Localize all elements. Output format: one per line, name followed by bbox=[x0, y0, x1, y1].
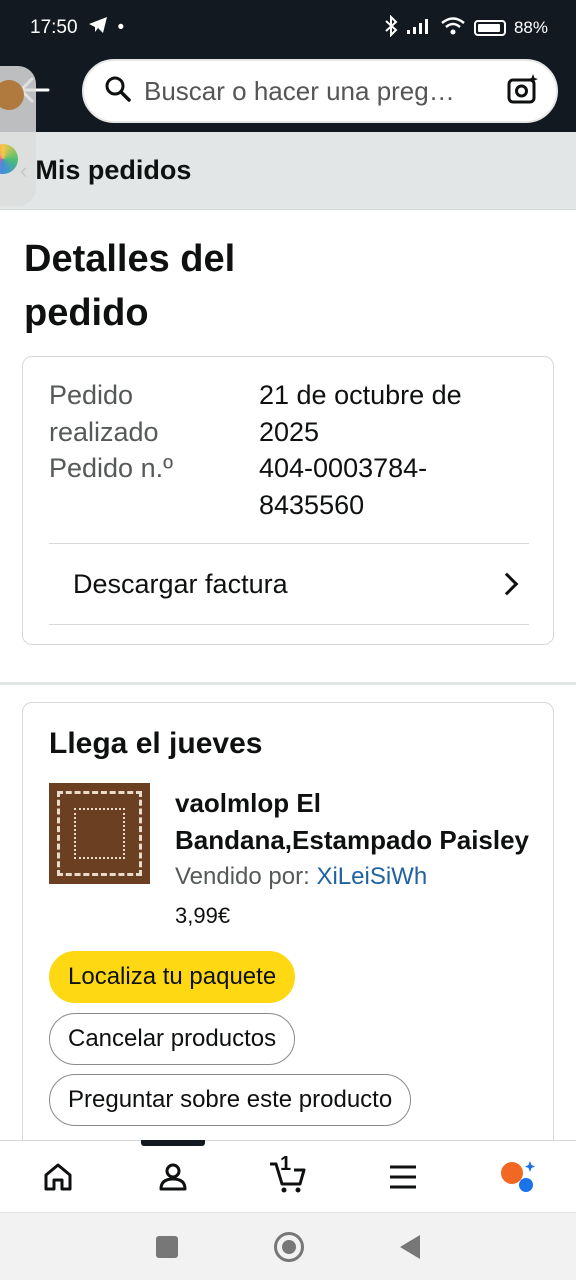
order-placed-value: 21 de octubre de 2025 bbox=[259, 380, 462, 447]
bluetooth-icon bbox=[384, 14, 398, 42]
download-invoice-label[interactable]: Descargar factura bbox=[73, 569, 288, 600]
breadcrumb[interactable]: ‹ Mis pedidos bbox=[0, 132, 576, 210]
seller-prefix: Vendido por: bbox=[175, 863, 317, 890]
nav-account[interactable] bbox=[143, 1147, 203, 1207]
notification-dot: • bbox=[117, 17, 125, 38]
back-triangle-icon[interactable] bbox=[400, 1234, 420, 1259]
product-thumbnail[interactable] bbox=[49, 783, 150, 884]
order-number-label: Pedido n.º bbox=[49, 453, 173, 483]
nav-rufus[interactable] bbox=[488, 1147, 548, 1207]
home-button-icon[interactable] bbox=[274, 1231, 304, 1262]
telegram-icon bbox=[88, 16, 108, 40]
system-nav-bar bbox=[0, 1212, 576, 1280]
search-bar[interactable] bbox=[82, 59, 558, 123]
status-time: 17:50 bbox=[30, 17, 78, 38]
chevron-right-icon bbox=[495, 572, 519, 596]
search-icon[interactable] bbox=[104, 75, 132, 108]
floating-avatar-icon[interactable] bbox=[0, 80, 24, 110]
divider bbox=[49, 624, 529, 625]
arrival-heading: Llega el jueves bbox=[49, 727, 263, 760]
cart-count: 1 bbox=[279, 1152, 292, 1175]
recents-icon[interactable] bbox=[156, 1235, 178, 1258]
order-placed-label: Pedido realizado bbox=[49, 380, 159, 447]
nav-menu[interactable] bbox=[373, 1147, 433, 1207]
nav-home[interactable] bbox=[28, 1147, 88, 1207]
order-info-card: Pedido realizado 21 de octubre de 2025 P… bbox=[22, 356, 554, 645]
download-invoice-row[interactable]: Descargar factura bbox=[49, 544, 529, 624]
shipment-card: Llega el jueves vaolmlop El Bandana,Esta… bbox=[22, 702, 554, 1162]
status-bar: 17:50 • 88% bbox=[0, 0, 576, 56]
seller-line: Vendido por: XiLeiSiWh bbox=[175, 863, 427, 891]
bottom-nav: 1 bbox=[0, 1140, 576, 1212]
product-title[interactable]: vaolmlop El Bandana,Estampado Paisley bbox=[175, 785, 535, 859]
product-price: 3,99€ bbox=[175, 903, 231, 928]
cancel-items-button[interactable]: Cancelar productos bbox=[49, 1013, 296, 1065]
order-number-value: 404-0003784-8435560 bbox=[259, 453, 428, 520]
track-package-button[interactable]: Localiza tu paquete bbox=[49, 951, 296, 1003]
page-title: Detalles del pedido bbox=[24, 238, 236, 334]
wifi-icon bbox=[440, 16, 466, 41]
battery-icon bbox=[473, 20, 506, 36]
section-separator bbox=[0, 682, 576, 685]
active-tab-indicator bbox=[141, 1140, 205, 1146]
ask-product-button[interactable]: Preguntar sobre este producto bbox=[49, 1074, 412, 1126]
seller-link[interactable]: XiLeiSiWh bbox=[316, 863, 427, 890]
floating-app-icon[interactable] bbox=[0, 144, 18, 174]
breadcrumb-label[interactable]: Mis pedidos bbox=[35, 155, 191, 186]
floating-bubble[interactable] bbox=[0, 66, 36, 206]
battery-percent: 88% bbox=[513, 18, 548, 37]
person-icon bbox=[159, 1163, 187, 1190]
app-header bbox=[0, 56, 576, 132]
assistant-icon bbox=[501, 1160, 536, 1192]
search-input[interactable] bbox=[144, 75, 506, 107]
nav-cart[interactable]: 1 bbox=[258, 1147, 318, 1207]
signal-icon bbox=[406, 17, 432, 40]
menu-icon bbox=[390, 1165, 417, 1188]
home-icon bbox=[44, 1163, 72, 1190]
camera-search-icon[interactable] bbox=[506, 72, 540, 111]
